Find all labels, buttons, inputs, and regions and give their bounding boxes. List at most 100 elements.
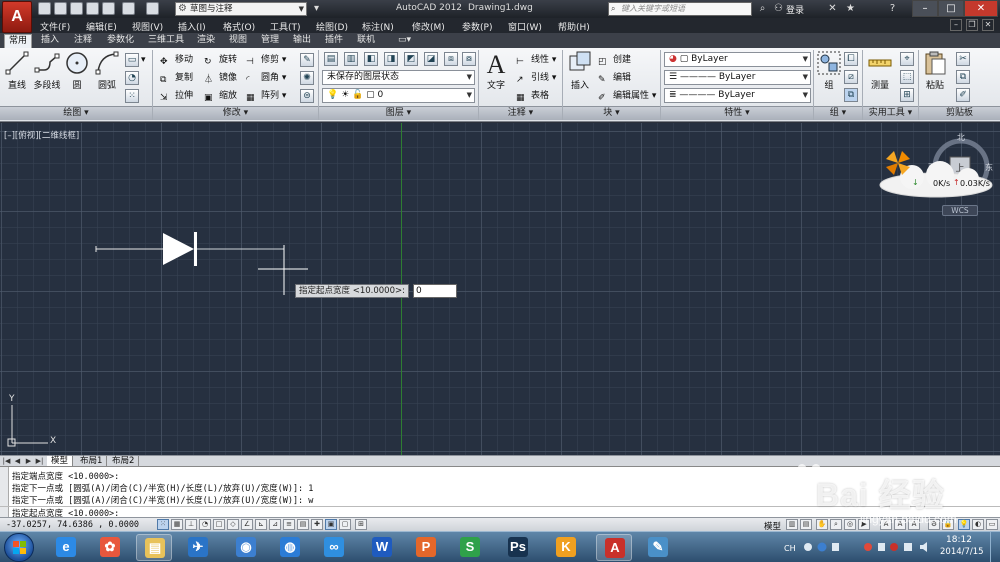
help-icon[interactable]: ? — [886, 2, 899, 15]
layer-icon-2[interactable]: ▥ — [344, 52, 358, 66]
layers-panel-title[interactable]: 图层 ▾ — [319, 106, 478, 120]
grid-display-icon[interactable]: ▦ — [171, 519, 183, 530]
menu-tools[interactable]: 工具(T) — [270, 20, 301, 33]
menu-format[interactable]: 格式(O) — [223, 20, 255, 33]
draw-more-icon[interactable]: ▾ — [141, 53, 146, 67]
select-all-icon[interactable]: ⬚ — [900, 70, 914, 84]
taskbar-app-wps-writer[interactable]: W — [364, 534, 400, 561]
layer-state-select[interactable]: 未保存的图层状态 ▼ — [322, 70, 475, 85]
ungroup-icon[interactable]: ⧠ — [844, 52, 858, 66]
copy-button[interactable]: ⧉ 复制 — [160, 71, 193, 85]
3d-osnap-icon[interactable]: ◇ — [227, 519, 239, 530]
layer-icon-6[interactable]: ◪ — [424, 52, 438, 66]
group-select-icon[interactable]: ⧉ — [844, 88, 858, 102]
new-file-icon[interactable] — [38, 2, 51, 15]
layer-icon-7[interactable]: ⧈ — [444, 52, 458, 66]
selection-cycling-icon[interactable]: ▣ — [325, 519, 337, 530]
minimize-button[interactable]: – — [912, 0, 938, 17]
search-go-icon[interactable]: ⌕ — [756, 2, 769, 15]
redo-icon[interactable] — [146, 2, 159, 15]
taskbar-app-bird[interactable]: ✈ — [180, 534, 216, 561]
group-button[interactable]: 组 — [816, 50, 842, 91]
polar-tracking-icon[interactable]: ◔ — [199, 519, 211, 530]
utilities-panel-title[interactable]: 实用工具 ▾ — [863, 106, 918, 120]
insert-block-button[interactable]: 插入 — [567, 50, 593, 91]
mirror-button[interactable]: ⏃ 镜像 — [204, 71, 237, 85]
tab-annotate[interactable]: 注释 — [70, 34, 96, 48]
close-button[interactable]: ✕ — [964, 0, 998, 17]
copy-clip-icon[interactable]: ⧉ — [956, 70, 970, 84]
tab-parametric[interactable]: 参数化 — [103, 34, 138, 48]
stretch-button[interactable]: ⇲ 拉伸 — [160, 89, 193, 103]
tab-insert[interactable]: 插入 — [37, 34, 63, 48]
pan-icon[interactable]: ✋ — [816, 519, 828, 530]
save-icon[interactable] — [70, 2, 83, 15]
layer-icon-5[interactable]: ◩ — [404, 52, 418, 66]
clock-date[interactable]: 2014/7/15 — [940, 547, 984, 557]
taskbar-app-wps-sheet[interactable]: S — [452, 534, 488, 561]
taskbar-app-tool-k[interactable]: K — [548, 534, 584, 561]
search-input[interactable]: ⌕ 键入关键字或短语 — [608, 2, 752, 16]
offset-icon[interactable]: ⊜ — [300, 89, 314, 103]
print-icon[interactable] — [102, 2, 115, 15]
isolate-objects-icon[interactable]: ◐ — [972, 519, 984, 530]
arc-button[interactable]: 圆弧 — [94, 50, 120, 91]
scale-button[interactable]: ▣ 缩放 — [204, 89, 237, 103]
layer-icon-3[interactable]: ◧ — [364, 52, 378, 66]
tab-3d-tools[interactable]: 三维工具 — [144, 34, 188, 48]
menu-modify[interactable]: 修改(M) — [412, 20, 445, 33]
hatch-icon[interactable]: ◔ — [125, 71, 139, 85]
tab-render[interactable]: 渲染 — [193, 34, 219, 48]
menu-file[interactable]: 文件(F) — [40, 20, 70, 33]
erase-icon[interactable]: ✎ — [300, 53, 314, 67]
ortho-mode-icon[interactable]: ⊥ — [185, 519, 197, 530]
doc-restore-button[interactable]: ❐ — [966, 19, 978, 31]
tab-view[interactable]: 视图 — [225, 34, 251, 48]
taskbar-app-explorer[interactable]: ▤ — [136, 534, 172, 561]
doc-close-button[interactable]: ✕ — [982, 19, 994, 31]
menu-draw[interactable]: 绘图(D) — [316, 20, 348, 33]
show-desktop-button[interactable] — [990, 532, 1000, 562]
zoom-icon[interactable]: ⌕ — [830, 519, 842, 530]
taskbar-app-photoshop[interactable]: Ps — [500, 534, 536, 561]
taskbar-app-pinwheel[interactable]: ✿ — [92, 534, 128, 561]
clock-time[interactable]: 18:12 — [946, 535, 972, 545]
open-file-icon[interactable] — [54, 2, 67, 15]
leader-button[interactable]: ↗ 引线 ▾ — [516, 71, 556, 85]
annotation-panel-title[interactable]: 注释 ▾ — [479, 106, 562, 120]
annotation-monitor-icon[interactable]: ▢ — [339, 519, 351, 530]
edit-block-button[interactable]: ✎ 编辑 — [598, 71, 631, 85]
draw-panel-title[interactable]: 绘图 ▾ — [0, 106, 152, 120]
steering-wheel-icon[interactable]: ◎ — [844, 519, 856, 530]
doc-minimize-button[interactable]: – — [950, 19, 962, 31]
last-tab-icon[interactable]: ▶| — [35, 456, 44, 466]
line-button[interactable]: 直线 — [4, 50, 30, 91]
exchange-icon[interactable]: ✕ — [826, 2, 839, 15]
quick-properties-icon[interactable]: ✚ — [311, 519, 323, 530]
tab-output[interactable]: 输出 — [289, 34, 315, 48]
create-block-button[interactable]: ◰ 创建 — [598, 53, 631, 67]
circle-button[interactable]: 圆 — [64, 50, 90, 91]
groups-panel-title[interactable]: 组 ▾ — [814, 106, 862, 120]
clean-screen-icon[interactable]: ▭ — [986, 519, 998, 530]
rectangle-icon[interactable]: ▭ — [125, 53, 139, 67]
block-panel-title[interactable]: 块 ▾ — [563, 106, 660, 120]
menu-view[interactable]: 视图(V) — [132, 20, 163, 33]
fillet-button[interactable]: ◜ 圆角 ▾ — [246, 71, 286, 85]
login-link[interactable]: 登录 — [786, 3, 804, 16]
taskbar-app-cloud[interactable]: ∞ — [316, 534, 352, 561]
menu-parametric[interactable]: 参数(P) — [462, 20, 492, 33]
menu-window[interactable]: 窗口(W) — [508, 20, 542, 33]
layer-icon-4[interactable]: ◨ — [384, 52, 398, 66]
taskbar-app-wps-present[interactable]: P — [408, 534, 444, 561]
menu-dropdown-icon[interactable]: ▾ — [310, 2, 323, 15]
otrack-icon[interactable]: ∠ — [241, 519, 253, 530]
linear-dim-button[interactable]: ⊢ 线性 ▾ — [516, 53, 556, 67]
binoculars-icon[interactable]: ⚇ — [772, 2, 785, 15]
trim-button[interactable]: ⊣ 修剪 ▾ — [246, 53, 286, 67]
group-edit-icon[interactable]: ⧄ — [844, 70, 858, 84]
edit-attributes-button[interactable]: ✐ 编辑属性 ▾ — [598, 89, 656, 103]
current-layer-select[interactable]: 💡 ☀ 🔓 ▢ 0 ▼ — [322, 88, 475, 103]
dynamic-input-icon[interactable]: ⊿ — [269, 519, 281, 530]
match-properties-icon[interactable]: ✐ — [956, 88, 970, 102]
